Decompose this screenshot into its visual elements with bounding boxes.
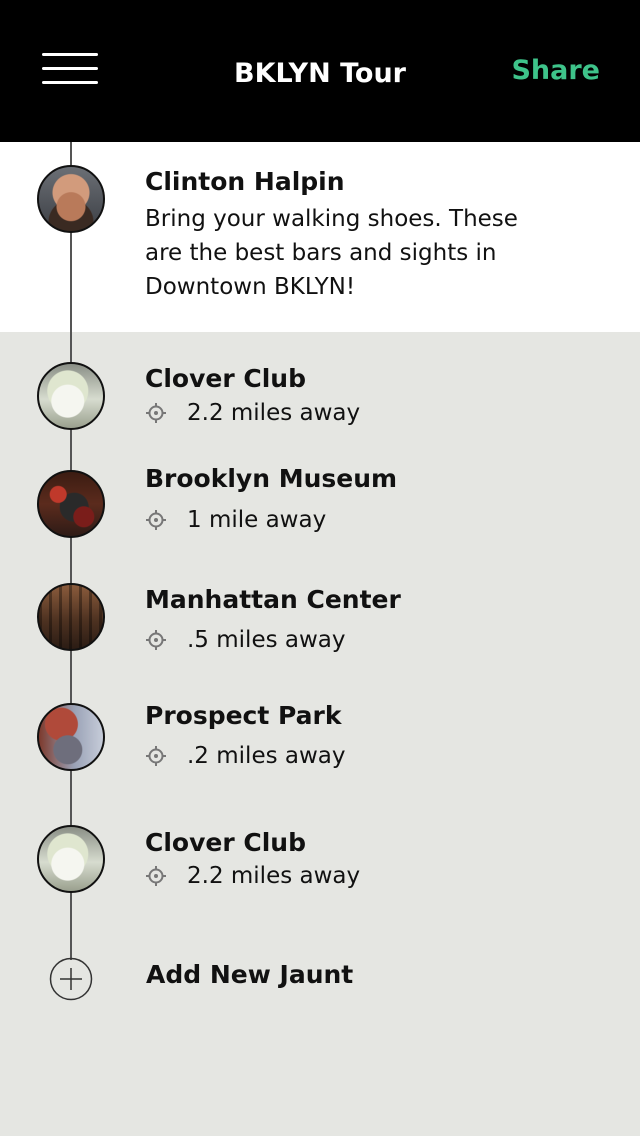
place-distance: .2 miles away — [187, 743, 346, 769]
place-thumbnail[interactable] — [37, 583, 105, 651]
place-distance: 2.2 miles away — [187, 400, 361, 426]
place-thumbnail[interactable] — [37, 362, 105, 430]
place-name[interactable]: Clover Club — [145, 362, 306, 396]
place-name[interactable]: Manhattan Center — [145, 583, 401, 617]
place-distance: 1 mile away — [187, 507, 327, 533]
plus-circle-icon[interactable] — [49, 957, 93, 1001]
place-distance-row: .5 miles away — [145, 623, 346, 657]
place-distance: 2.2 miles away — [187, 863, 361, 889]
place-distance-row: 2.2 miles away — [145, 396, 360, 430]
place-distance: .5 miles away — [187, 627, 346, 653]
tour-description: Bring your walking shoes. These are the … — [145, 206, 518, 300]
place-name[interactable]: Prospect Park — [145, 699, 342, 733]
location-target-icon — [146, 866, 166, 886]
place-thumbnail[interactable] — [37, 703, 105, 771]
place-thumbnail[interactable] — [37, 825, 105, 893]
app-header: BKLYN Tour Share — [0, 0, 640, 142]
location-target-icon — [146, 746, 166, 766]
location-target-icon — [146, 403, 166, 423]
location-target-icon — [146, 630, 166, 650]
place-name[interactable]: Clover Club — [145, 826, 306, 860]
place-distance-row: .2 miles away — [145, 739, 346, 773]
place-thumbnail[interactable] — [37, 470, 105, 538]
place-name[interactable]: Brooklyn Museum — [145, 462, 397, 496]
add-new-jaunt-button[interactable]: Add New Jaunt — [146, 958, 353, 992]
share-button[interactable]: Share — [511, 54, 600, 88]
location-target-icon — [146, 510, 166, 530]
place-distance-row: 2.2 miles away — [145, 859, 360, 893]
author-avatar[interactable] — [37, 165, 105, 233]
author-name: Clinton Halpin — [145, 167, 345, 196]
place-distance-row: 1 mile away — [145, 503, 326, 537]
